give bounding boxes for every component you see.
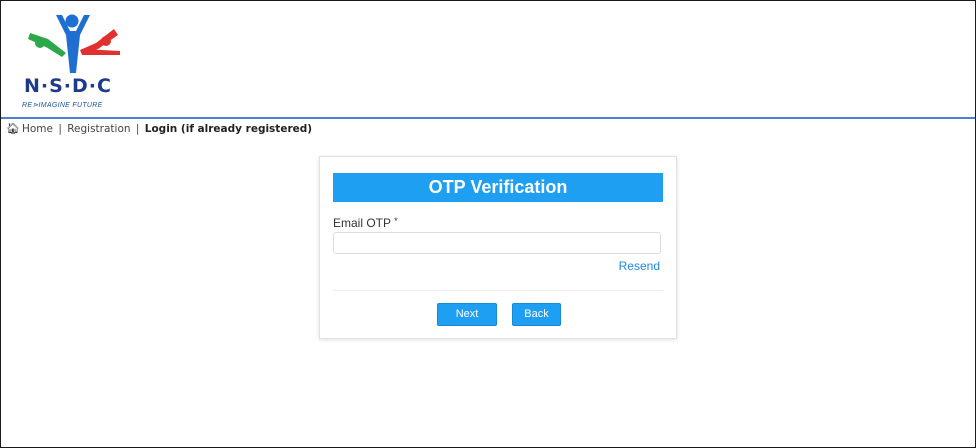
breadcrumb-home-link[interactable]: Home [22, 123, 53, 135]
breadcrumb-current-page: Login (if already registered) [144, 123, 313, 135]
resend-link[interactable]: Resend [619, 259, 660, 273]
breadcrumb: 🏠︎ Home | Registration | Login (if alread… [6, 122, 312, 135]
email-otp-label-text: Email OTP [333, 216, 391, 230]
divider [333, 290, 663, 291]
nsdc-logo[interactable]: N·S·D·C RE⋗IMAGINE FUTURE [18, 13, 138, 113]
next-button[interactable]: Next [437, 303, 497, 326]
nsdc-logo-icon [28, 14, 120, 73]
logo-wordmark: N·S·D·C [24, 75, 112, 97]
card-title: OTP Verification [333, 173, 663, 202]
breadcrumb-separator: | [135, 123, 140, 135]
required-marker: * [394, 216, 398, 226]
page-frame: N·S·D·C RE⋗IMAGINE FUTURE 🏠︎ Home | Regis… [0, 0, 976, 448]
home-icon[interactable]: 🏠︎ [6, 122, 20, 135]
otp-verification-card: OTP Verification Email OTP * Resend Next… [319, 156, 677, 339]
email-otp-label: Email OTP * [333, 216, 398, 230]
breadcrumb-registration-link[interactable]: Registration [67, 123, 130, 135]
email-otp-input[interactable] [333, 232, 661, 254]
back-button[interactable]: Back [512, 303, 561, 326]
breadcrumb-separator: | [58, 123, 62, 135]
site-header: N·S·D·C RE⋗IMAGINE FUTURE [1, 1, 975, 119]
logo-tagline: RE⋗IMAGINE FUTURE [22, 102, 103, 109]
